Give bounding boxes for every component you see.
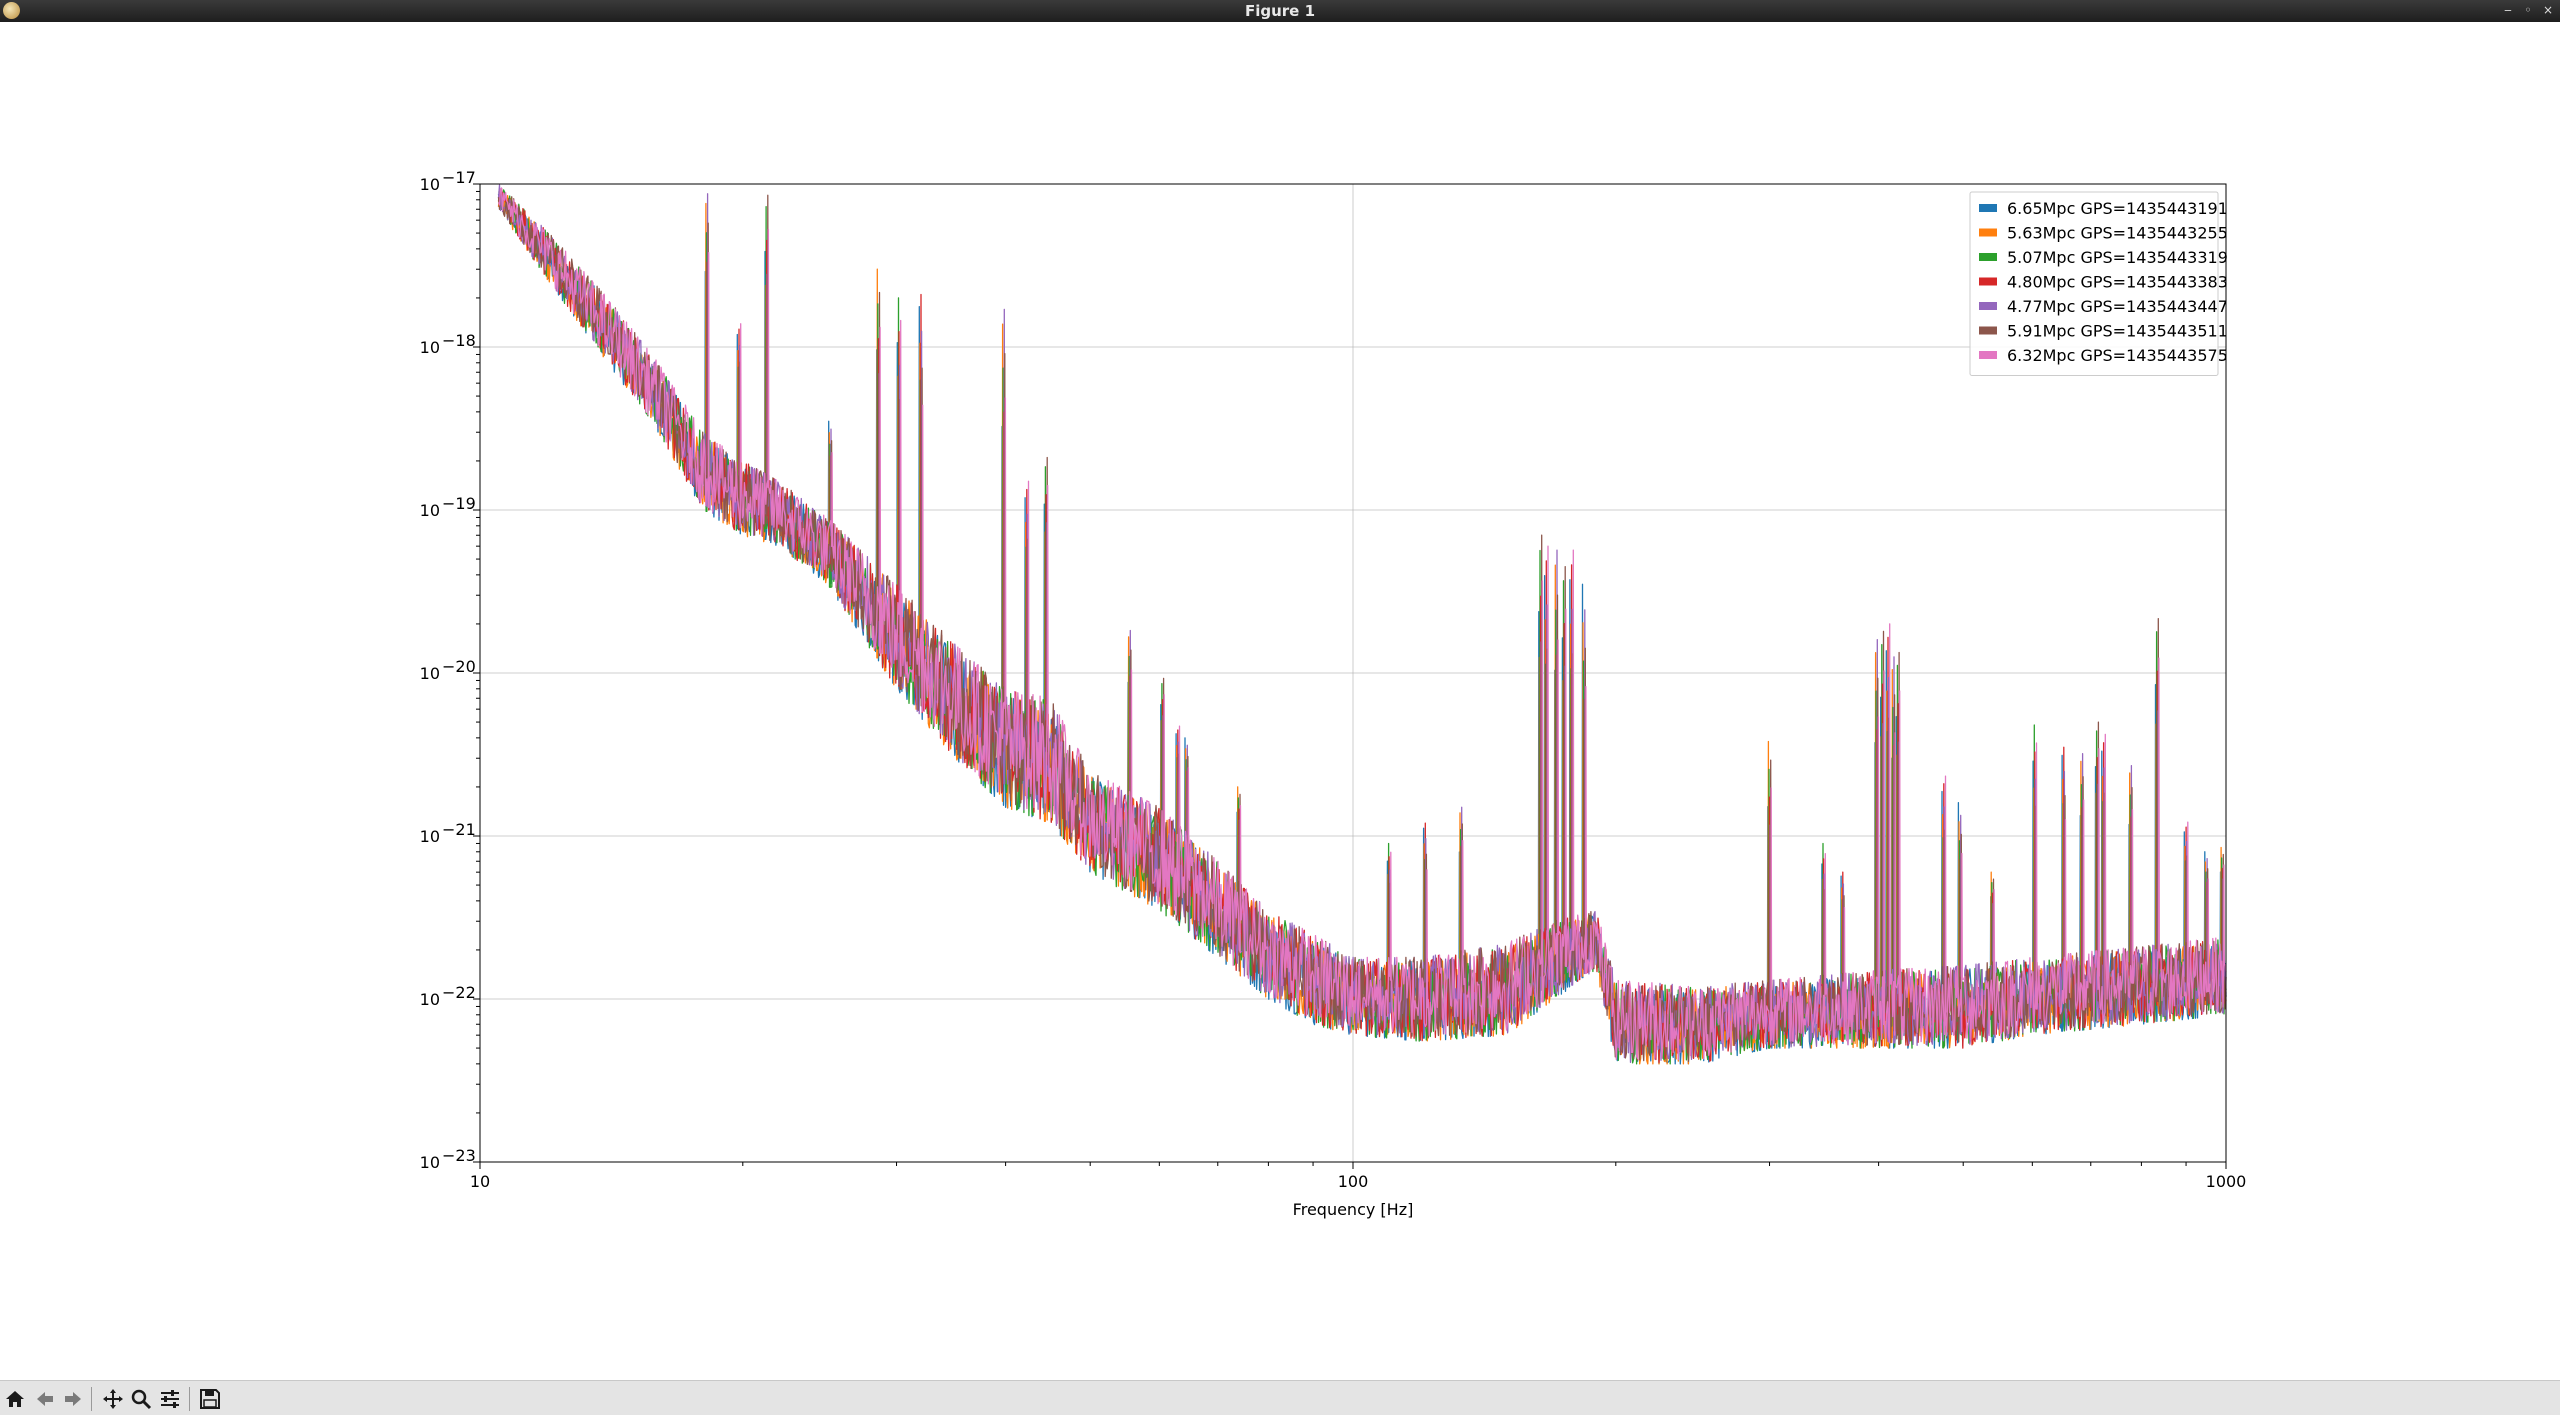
x-tick-label: 10 <box>470 1172 490 1191</box>
legend-swatch <box>1979 351 1997 359</box>
configure-icon[interactable] <box>157 1387 183 1411</box>
save-icon[interactable] <box>197 1387 223 1411</box>
y-tick-label-base: 10 <box>420 664 440 683</box>
legend-entry: 5.63Mpc GPS=1435443255 <box>2007 224 2228 243</box>
back-arrow-icon[interactable] <box>32 1387 58 1411</box>
y-tick-label-base: 10 <box>420 990 440 1009</box>
series-line <box>497 187 2227 1065</box>
legend-entry: 6.32Mpc GPS=1435443575 <box>2007 346 2228 365</box>
y-tick-label-exponent: −20 <box>442 657 476 676</box>
forward-arrow-icon[interactable] <box>60 1387 86 1411</box>
legend-swatch <box>1979 228 1997 237</box>
y-tick-label-exponent: −17 <box>442 168 476 187</box>
toolbar-separator <box>189 1387 190 1411</box>
figure-canvas[interactable]: 10 100 1000 10 −23 10 −22 10 −21 10 −20 10 −19 10 −18 1… <box>0 22 2560 1380</box>
series-line <box>497 187 2227 1061</box>
legend-entry: 5.91Mpc GPS=1435443511 <box>2007 322 2228 341</box>
psd-chart: 10 100 100010 −2310 −2210 −2110 −2010 −1910 −181… <box>420 168 2247 1219</box>
navigation-toolbar <box>0 1380 2560 1415</box>
series-line <box>498 189 2227 1065</box>
y-tick-label-exponent: −21 <box>442 820 476 839</box>
window-titlebar: Figure 1 ‒ ◦ × <box>0 0 2560 22</box>
legend-swatch <box>1979 302 1997 310</box>
pan-icon[interactable] <box>100 1387 126 1411</box>
y-tick-label-exponent: −23 <box>442 1146 476 1165</box>
y-tick-label-base: 10 <box>420 1153 440 1172</box>
y-tick-label-exponent: −22 <box>442 983 476 1002</box>
x-tick-label: 100 <box>1338 1172 1369 1191</box>
y-tick-label-exponent: −19 <box>442 494 476 513</box>
series-line <box>497 190 2227 1063</box>
minimize-icon[interactable]: ‒ <box>2502 3 2514 17</box>
legend-entry: 5.07Mpc GPS=1435443319 <box>2007 248 2228 267</box>
legend-entry: 4.80Mpc GPS=1435443383 <box>2007 273 2228 292</box>
series-line <box>497 184 2227 1064</box>
x-axis-label: Frequency [Hz] <box>1293 1200 1414 1219</box>
series-line <box>497 187 2227 1065</box>
y-tick-label-exponent: −18 <box>442 331 476 350</box>
x-tick-label: 1000 <box>2206 1172 2247 1191</box>
window-title: Figure 1 <box>1244 2 1316 20</box>
toolbar-separator <box>91 1387 92 1411</box>
legend-swatch <box>1979 277 1997 286</box>
close-icon[interactable]: × <box>2542 3 2554 17</box>
series-line <box>497 189 2227 1062</box>
legend-entry: 6.65Mpc GPS=1435443191 <box>2007 199 2228 218</box>
legend-swatch <box>1979 204 1997 212</box>
legend: 6.65Mpc GPS=1435443191 5.63Mpc GPS=143544… <box>1969 191 2228 376</box>
y-tick-label-base: 10 <box>420 175 440 194</box>
y-tick-label-base: 10 <box>420 501 440 520</box>
legend-swatch <box>1979 326 1997 335</box>
y-tick-label-base: 10 <box>420 338 440 357</box>
zoom-icon[interactable] <box>128 1387 154 1411</box>
series-lines <box>497 184 2227 1065</box>
legend-entry: 4.77Mpc GPS=1435443447 <box>2007 297 2228 316</box>
legend-swatch <box>1979 253 1997 261</box>
maximize-icon[interactable]: ◦ <box>2522 3 2534 17</box>
y-tick-label-base: 10 <box>420 827 440 846</box>
window-controls: ‒ ◦ × <box>2502 3 2554 17</box>
home-icon[interactable] <box>2 1387 28 1411</box>
